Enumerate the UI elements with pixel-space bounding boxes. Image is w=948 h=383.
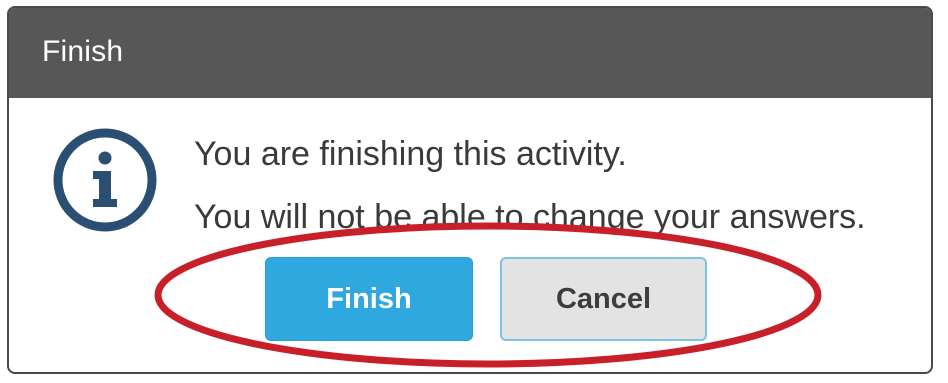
dialog-message-line-2: You will not be able to change your answ… — [194, 198, 866, 236]
finish-button[interactable]: Finish — [265, 257, 473, 341]
cancel-button[interactable]: Cancel — [500, 257, 707, 341]
finish-dialog: Finish You are finishing this activity. … — [7, 6, 933, 374]
dialog-message-line-1: You are finishing this activity. — [194, 135, 627, 173]
dialog-titlebar: Finish — [9, 8, 931, 98]
info-icon — [53, 128, 157, 232]
screenshot-stage: Finish You are finishing this activity. … — [0, 0, 948, 383]
dialog-title: Finish — [42, 35, 124, 68]
